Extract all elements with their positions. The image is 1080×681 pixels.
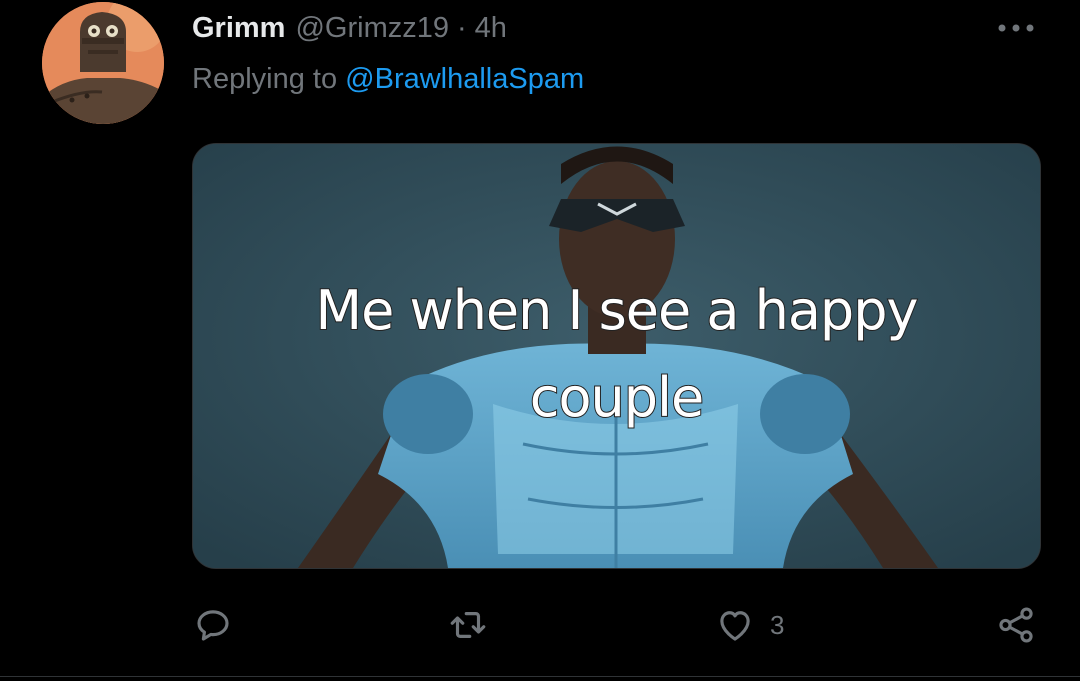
retweet-button[interactable] [447,600,503,650]
reply-button[interactable] [192,600,248,650]
more-options-icon[interactable] [996,10,1036,46]
tweet-header: Grimm @Grimzz19 · 4h [192,8,507,48]
divider [0,676,1080,677]
tweet-media[interactable]: Me when I see a happy couple [192,143,1041,569]
timestamp[interactable]: 4h [475,12,507,45]
avatar[interactable] [42,2,164,124]
media-caption-line2: couple [529,365,705,430]
replying-to-label: Replying to [192,63,346,95]
reply-icon [197,610,229,641]
media-caption-line1: Me when I see a happy [315,278,920,343]
retweet-icon [450,612,486,638]
replying-to-link[interactable]: @BrawlhallaSpam [345,63,584,95]
author-name[interactable]: Grimm [192,12,285,45]
separator-dot: · [457,11,467,44]
media-image [193,144,1040,568]
share-icon [999,607,1033,643]
share-button[interactable] [995,600,1051,650]
author-handle[interactable]: @Grimzz19 [295,12,449,45]
like-button[interactable]: 3 [714,600,784,650]
heart-icon [720,611,750,641]
avatar-image [42,2,164,124]
like-count: 3 [770,609,785,640]
replying-to: Replying to @BrawlhallaSpam [192,63,584,96]
action-bar: 3 [192,600,1052,650]
